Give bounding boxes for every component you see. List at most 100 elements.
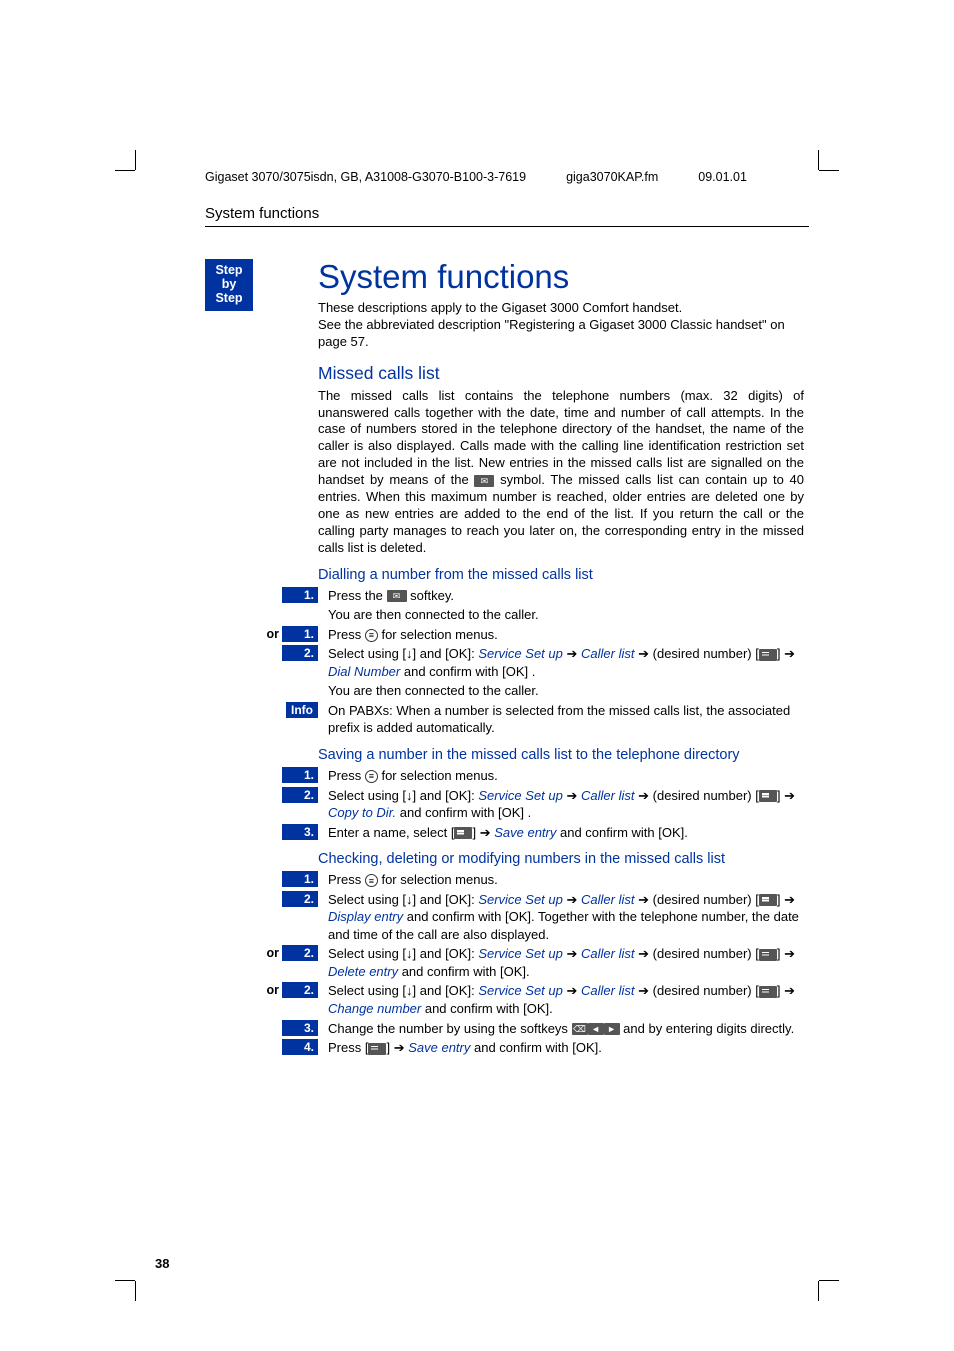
card-icon-2 [759,790,777,802]
save-step2: 2. Select using [↓] and [OK]: Service Se… [318,787,804,822]
desired-3: (desired number) [653,892,752,907]
check-or3-suffix: and confirm with [OK]. [421,1001,553,1016]
dial-step1-text: Press the ✉ softkey. [318,587,804,605]
badge-or3: 2. [282,982,318,998]
sidetab-line3: Step [205,292,253,306]
or-label: or [267,626,280,641]
caller-list: Caller list [581,646,634,661]
step-by-step-tab: Step by Step [205,259,253,311]
badge-c3: 3. [282,1020,318,1036]
running-header: System functions [205,205,809,227]
dial-or1: or1. Press ≡ for selection menus. [318,626,804,644]
check-step2-text: Select using [↓] and [OK]: Service Set u… [318,891,804,944]
save-step3-text: Enter a name, select [] ➔ Save entry and… [318,824,804,842]
page-number: 38 [155,1256,169,1271]
check-or2-text: Select using [↓] and [OK]: Service Set u… [318,945,804,980]
dial-step2-text: Select using [↓] and [OK]: Service Set u… [318,645,804,680]
right-key-icon: ► [604,1023,620,1035]
change-number: Change number [328,1001,421,1016]
badge-c2: 2. [282,891,318,907]
desired-number: (desired number) [653,646,752,661]
desired-5: (desired number) [653,983,752,998]
card-icon-6 [759,986,777,998]
page-title: System functions [318,258,804,296]
check-step1-text: Press ≡ for selection menus. [318,871,804,889]
card-icon [759,649,777,661]
badge-or2: 2. [282,945,318,961]
dial-confirm: and confirm with [OK] . [400,664,535,679]
dial-info: Info On PABXs: When a number is selected… [318,702,804,737]
desired-4: (desired number) [653,946,752,961]
meta-doc: Gigaset 3070/3075isdn, GB, A31008-G3070-… [205,170,526,184]
badge-c4: 4. [282,1039,318,1055]
caller-list-5: Caller list [581,983,634,998]
dial-step1: 1. Press the ✉ softkey. [318,587,804,605]
dial-step2: 2. Select using [↓] and [OK]: Service Se… [318,645,804,680]
check-or3-prefix: Select using [↓] and [OK]: [328,983,478,998]
save-step1: 1. Press ≡ for selection menus. [318,767,804,785]
badge-1: 1. [282,587,318,603]
check-or2-suffix: and confirm with [OK]. [398,964,530,979]
intro-text: These descriptions apply to the Gigaset … [318,300,804,351]
badge-or1: 1. [282,626,318,642]
caller-list-2: Caller list [581,788,634,803]
meta-file: giga3070KAP.fm [566,170,658,184]
content-column: System functions These descriptions appl… [318,258,804,1059]
caller-list-4: Caller list [581,946,634,961]
desired-2: (desired number) [653,788,752,803]
service-setup-5: Service Set up [478,983,563,998]
back-key-icon: ⌫ [572,1023,588,1035]
menu-round-icon: ≡ [365,629,378,642]
dial-step1b: You are then connected to the caller. [318,606,804,624]
dial-s2-prefix: Select using [↓] and [OK]: [328,646,478,661]
badge-c1: 1. [282,871,318,887]
save-s3-prefix: Enter a name, select [328,825,451,840]
left-key-icon: ◄ [588,1023,604,1035]
save-entry: Save entry [494,825,556,840]
or-label-3: or [267,982,280,997]
copy-to-dir: Copy to Dir. [328,805,396,820]
info-badge: Info [286,702,318,718]
missed-envelope-icon: ✉ [474,475,494,487]
save-step1-text: Press ≡ for selection menus. [318,767,804,785]
check-step4: 4. Press [] ➔ Save entry and confirm wit… [318,1039,804,1057]
heading-missed-calls: Missed calls list [318,363,804,384]
dial-or1-text: Press ≡ for selection menus. [318,626,804,644]
card-icon-4 [759,894,777,906]
delete-entry: Delete entry [328,964,398,979]
badge-s2: 2. [282,787,318,803]
check-step3: 3. Change the number by using the softke… [318,1020,804,1038]
save-s2-prefix: Select using [↓] and [OK]: [328,788,478,803]
check-or3-text: Select using [↓] and [OK]: Service Set u… [318,982,804,1017]
doc-meta: Gigaset 3070/3075isdn, GB, A31008-G3070-… [205,170,809,184]
badge-2: 2. [282,645,318,661]
caller-list-3: Caller list [581,892,634,907]
card-icon-7 [368,1043,386,1055]
meta-date: 09.01.01 [698,170,747,184]
dial-step2b-text: You are then connected to the caller. [318,682,804,700]
save-step2-text: Select using [↓] and [OK]: Service Set u… [318,787,804,822]
sidetab-line1: Step [205,264,253,278]
check-s4-suffix: and confirm with [OK]. [470,1040,602,1055]
dial-info-text: On PABXs: When a number is selected from… [318,702,804,737]
dial-step2b: You are then connected to the caller. [318,682,804,700]
service-setup-2: Service Set up [478,788,563,803]
envelope-softkey-icon: ✉ [387,590,407,602]
missed-calls-body: The missed calls list contains the telep… [318,388,804,557]
check-step4-text: Press [] ➔ Save entry and confirm with [… [318,1039,804,1057]
service-setup: Service Set up [478,646,563,661]
service-setup-3: Service Set up [478,892,563,907]
heading-dialling: Dialling a number from the missed calls … [318,567,804,583]
badge-s1: 1. [282,767,318,783]
intro-line1: These descriptions apply to the Gigaset … [318,300,682,315]
card-icon-3 [454,827,472,839]
check-step2: 2. Select using [↓] and [OK]: Service Se… [318,891,804,944]
menu-round-icon-3: ≡ [365,874,378,887]
dial-number: Dial Number [328,664,400,679]
check-or2-prefix: Select using [↓] and [OK]: [328,946,478,961]
menu-round-icon-2: ≡ [365,770,378,783]
dial-step1b-text: You are then connected to the caller. [318,606,804,624]
badge-s3: 3. [282,824,318,840]
check-s4-prefix: Press [328,1040,365,1055]
save-s3-suffix: and confirm with [OK]. [556,825,688,840]
